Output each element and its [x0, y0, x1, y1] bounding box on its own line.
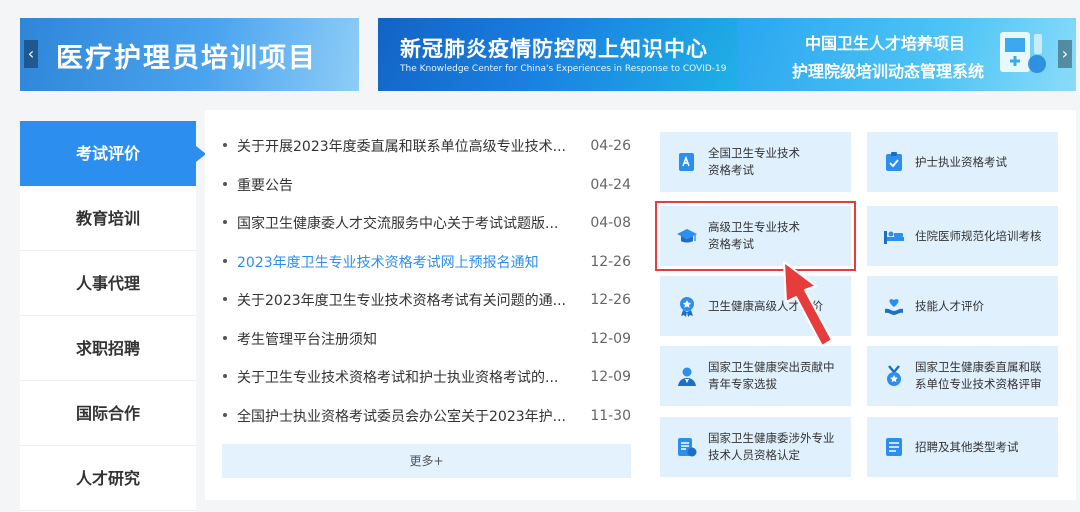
card-senior-talent-evaluation[interactable]: 卫生健康高级人才评价	[660, 276, 851, 336]
card-label: 技能人才评价	[915, 298, 984, 313]
card-label: 全国卫生专业技术 资格考试	[708, 146, 800, 177]
bullet-icon	[223, 220, 227, 224]
news-item[interactable]: 考生管理平台注册须知 12-09	[223, 320, 631, 359]
award-badge-icon	[887, 365, 901, 386]
banner-slide-title: 新冠肺炎疫情防控网上知识中心	[400, 37, 708, 61]
news-title[interactable]: 考生管理平台注册须知	[237, 329, 377, 349]
card-national-health-tech-exam[interactable]: 全国卫生专业技术 资格考试	[660, 132, 851, 192]
news-item[interactable]: 重要公告 04-24	[223, 166, 631, 205]
card-label: 国家卫生健康委直属和联 系单位专业技术资格评审	[915, 360, 1042, 391]
form-list-icon	[886, 438, 902, 456]
clipboard-check-icon	[886, 152, 902, 171]
card-recruitment-other-exams[interactable]: 招聘及其他类型考试	[867, 417, 1058, 477]
news-date: 04-26	[590, 138, 631, 155]
sidebar-item-international[interactable]: 国际合作	[20, 381, 196, 446]
medical-device-icon	[1000, 32, 1046, 73]
card-nurse-license-exam[interactable]: 护士执业资格考试	[867, 132, 1058, 192]
news-title[interactable]: 关于2023年度卫生专业技术资格考试有关问题的通...	[237, 290, 566, 310]
card-label: 住院医师规范化培训考核	[915, 228, 1042, 243]
carousel-next-button[interactable]: ›	[1058, 40, 1072, 68]
card-label: 招聘及其他类型考试	[915, 439, 1019, 454]
news-item[interactable]: 国家卫生健康委人才交流服务中心关于考试试题版... 04-08	[223, 204, 631, 243]
card-skill-talent-evaluation[interactable]: 技能人才评价	[867, 276, 1058, 336]
sidebar-nav: 考试评价 教育培训 人事代理 求职招聘 国际合作 人才研究	[20, 121, 206, 512]
document-seal-icon	[678, 438, 697, 457]
news-date: 12-26	[590, 253, 631, 270]
bullet-icon	[223, 335, 227, 340]
card-direct-unit-qualification-review[interactable]: 国家卫生健康委直属和联 系单位专业技术资格评审	[867, 346, 1058, 406]
card-label: 国家卫生健康突出贡献中 青年专家选拔	[708, 360, 835, 391]
sidebar-item-personnel-agency[interactable]: 人事代理	[20, 251, 196, 316]
card-young-expert-selection[interactable]: 国家卫生健康突出贡献中 青年专家选拔	[660, 346, 851, 406]
news-date: 04-08	[590, 215, 631, 232]
banner-slide-talent-project[interactable]: 中国卫生人才培养项目 护理院级培训动态管理系统	[737, 18, 1076, 91]
card-senior-health-tech-exam[interactable]: 高级卫生专业技术 资格考试	[655, 201, 856, 271]
news-item[interactable]: 全国护士执业资格考试委员会办公室关于2023年护... 11-30	[223, 397, 631, 436]
bullet-icon	[223, 258, 227, 263]
news-list: 关于开展2023年度委直属和联系单位高级专业技术... 04-26 重要公告 0…	[223, 127, 631, 435]
banner-slide-subtitle: The Knowledge Center for China's Experie…	[400, 64, 727, 74]
bullet-icon	[223, 181, 227, 186]
news-item[interactable]: 关于开展2023年度委直属和联系单位高级专业技术... 04-26	[223, 127, 631, 166]
hand-heart-icon	[885, 299, 903, 315]
news-title[interactable]: 关于开展2023年度委直属和联系单位高级专业技术...	[237, 136, 566, 156]
banner-slide-title: 中国卫生人才培养项目	[805, 34, 966, 53]
expert-person-icon	[678, 367, 696, 386]
news-item[interactable]: 关于2023年度卫生专业技术资格考试有关问题的通... 12-26	[223, 281, 631, 320]
news-title[interactable]: 重要公告	[237, 175, 293, 195]
card-label: 高级卫生专业技术 资格考试	[708, 220, 800, 251]
news-date: 12-26	[590, 292, 631, 309]
news-title[interactable]: 2023年度卫生专业技术资格考试网上预报名通知	[237, 252, 539, 272]
news-title[interactable]: 国家卫生健康委人才交流服务中心关于考试试题版...	[237, 213, 558, 233]
card-resident-training-assessment[interactable]: 住院医师规范化培训考核	[867, 206, 1058, 266]
bullet-icon	[223, 374, 227, 378]
sidebar-item-education-training[interactable]: 教育培训	[20, 186, 196, 251]
news-item[interactable]: 关于卫生专业技术资格考试和护士执业资格考试的... 12-09	[223, 358, 631, 397]
news-title[interactable]: 全国护士执业资格考试委员会办公室关于2023年护...	[237, 406, 566, 426]
sidebar-item-exam-evaluation[interactable]: 考试评价	[20, 121, 206, 186]
bullet-icon	[223, 412, 227, 417]
main-panel: 关于开展2023年度委直属和联系单位高级专业技术... 04-26 重要公告 0…	[205, 110, 1076, 500]
hospital-bed-icon	[884, 231, 904, 244]
banner-carousel[interactable]: 医疗护理员培训项目 新冠肺炎疫情防控网上知识中心 The Knowledge C…	[20, 18, 1076, 91]
news-date: 12-09	[590, 369, 631, 386]
news-title[interactable]: 关于卫生专业技术资格考试和护士执业资格考试的...	[237, 367, 558, 387]
bullet-icon	[223, 143, 227, 147]
carousel-prev-button[interactable]: ‹	[24, 40, 38, 68]
sidebar-item-talent-research[interactable]: 人才研究	[20, 446, 196, 511]
more-news-button[interactable]: 更多+	[222, 444, 631, 478]
news-date: 12-09	[590, 330, 631, 347]
card-label: 卫生健康高级人才评价	[708, 298, 823, 313]
medal-icon	[680, 297, 694, 317]
banner-slide-subtitle: 护理院级培训动态管理系统	[792, 62, 985, 81]
banner-slide-title: 医疗护理员培训项目	[56, 43, 317, 74]
bullet-icon	[223, 297, 227, 301]
news-item[interactable]: 2023年度卫生专业技术资格考试网上预报名通知 12-26	[223, 243, 631, 282]
news-date: 11-30	[590, 407, 631, 424]
card-label: 护士执业资格考试	[915, 154, 1007, 169]
sidebar-item-recruitment[interactable]: 求职招聘	[20, 316, 196, 381]
card-foreign-tech-qualification[interactable]: 国家卫生健康委涉外专业 技术人员资格认定	[660, 417, 851, 477]
certificate-icon	[679, 153, 694, 171]
banner-slide-covid-knowledge[interactable]: 新冠肺炎疫情防控网上知识中心 The Knowledge Center for …	[378, 18, 737, 91]
card-label: 国家卫生健康委涉外专业 技术人员资格认定	[708, 431, 835, 462]
graduation-cap-icon	[677, 229, 697, 243]
news-date: 04-24	[590, 176, 631, 193]
banner-slide-nursing-training[interactable]: 医疗护理员培训项目	[20, 18, 359, 91]
